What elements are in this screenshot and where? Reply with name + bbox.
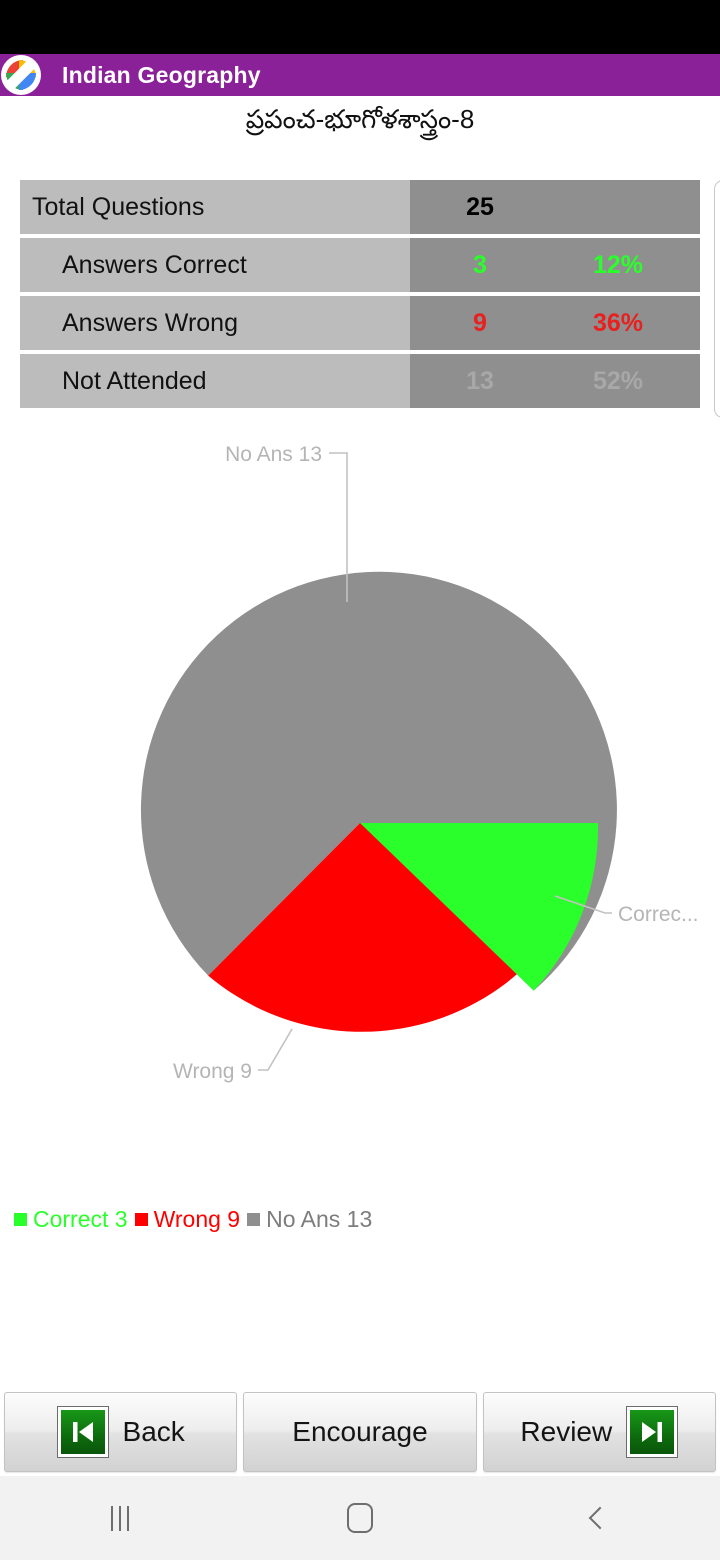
stat-value: 3 [410, 238, 550, 292]
status-bar [0, 0, 720, 54]
home-icon[interactable] [240, 1503, 480, 1533]
legend-label-wrong: Wrong 9 [153, 1205, 241, 1232]
stat-label: Not Attended [20, 354, 410, 408]
pie-chart: No Ans 13 Correc... Wrong 9 [0, 430, 720, 1190]
stat-percent: 12% [550, 238, 700, 292]
stat-label: Answers Wrong [20, 296, 410, 350]
skip-to-end-icon [626, 1406, 679, 1458]
quiz-subtitle: ప్రపంచ-భూగోళశాస్త్రం-8 [245, 104, 475, 134]
app-logo-icon [1, 55, 41, 95]
chart-legend: Correct 3 Wrong 9 No Ans 13 [14, 1203, 714, 1235]
leader-line-wrong [258, 1028, 293, 1071]
legend-label-correct: Correct 3 [33, 1205, 128, 1232]
back-button-label: Back [122, 1416, 185, 1447]
android-navigation-bar [0, 1476, 720, 1560]
next-card-peek[interactable] [714, 180, 720, 418]
legend-swatch-no-ans [247, 1212, 261, 1226]
encourage-button-label: Encourage [292, 1416, 428, 1447]
stat-percent: 36% [550, 296, 700, 350]
table-row: Not Attended 13 52% [20, 354, 700, 408]
stat-percent: 52% [550, 354, 700, 408]
stat-value: 9 [410, 296, 550, 350]
pie-label-no-ans: No Ans 13 [225, 443, 322, 466]
recents-icon[interactable] [0, 1505, 240, 1531]
table-row: Total Questions 25 [20, 180, 700, 234]
legend-item-correct: Correct 3 [14, 1206, 135, 1233]
stat-label: Total Questions [20, 180, 410, 234]
review-button[interactable]: Review [482, 1392, 716, 1472]
back-icon[interactable] [480, 1506, 720, 1530]
app-title: Indian Geography [62, 61, 261, 88]
legend-label-no-ans: No Ans 13 [266, 1205, 373, 1232]
action-button-bar: Back Encourage Review [0, 1388, 720, 1476]
pie-chart-svg: No Ans 13 Correc... Wrong 9 [140, 443, 699, 1083]
legend-item-no-ans: No Ans 13 [247, 1206, 379, 1233]
table-row: Answers Correct 3 12% [20, 238, 700, 292]
stat-percent [550, 180, 700, 234]
encourage-button[interactable]: Encourage [243, 1392, 477, 1472]
app-bar: Indian Geography [0, 54, 720, 96]
legend-item-wrong: Wrong 9 [134, 1205, 248, 1233]
skip-to-start-icon [56, 1406, 109, 1458]
pie-label-wrong: Wrong 9 [173, 1060, 252, 1083]
review-button-label: Review [520, 1416, 613, 1447]
app-screen: Indian Geography ప్రపంచ-భూగోళశాస్త్రం-8 … [0, 0, 720, 1560]
table-row: Answers Wrong 9 36% [20, 296, 700, 350]
stat-label: Answers Correct [20, 238, 410, 292]
legend-swatch-correct [14, 1212, 27, 1226]
pie-label-correct: Correc... [618, 903, 699, 926]
stats-table-container: Total Questions 25 Answers Correct 3 12%… [20, 176, 700, 416]
stat-value: 25 [410, 180, 550, 234]
back-button[interactable]: Back [4, 1392, 238, 1472]
legend-swatch-wrong [134, 1212, 148, 1226]
stats-table: Total Questions 25 Answers Correct 3 12%… [20, 176, 700, 412]
stat-value: 13 [410, 354, 550, 408]
